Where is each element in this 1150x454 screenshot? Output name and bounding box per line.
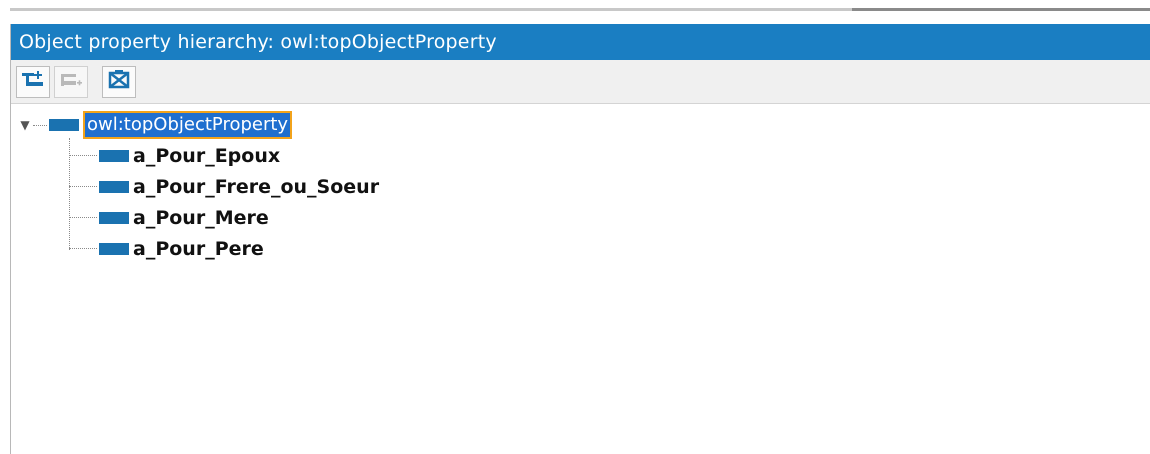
tree-connector (69, 248, 97, 249)
object-property-icon (49, 119, 79, 131)
panel-title-bar: Object property hierarchy: owl:topObject… (11, 24, 1150, 60)
top-edge-segment-right (852, 8, 1150, 11)
object-property-hierarchy-panel: Object property hierarchy: owl:topObject… (10, 24, 1150, 454)
add-sub-property-button[interactable] (16, 65, 50, 98)
tree-connector (69, 155, 97, 156)
tree-node-a-pour-epoux[interactable]: a_Pour_Epoux (69, 140, 1150, 171)
hierarchy-toolbar (11, 60, 1150, 104)
top-edge-segment-left (10, 8, 852, 11)
panel-title: Object property hierarchy: owl:topObject… (19, 31, 497, 53)
tree-children: a_Pour_Epoux a_Pour_Frere_ou_Soeur a_Pou… (69, 138, 1150, 264)
tree-node-a-pour-mere[interactable]: a_Pour_Mere (69, 202, 1150, 233)
tree-connector (33, 124, 47, 126)
expand-triangle-icon[interactable]: ▼ (19, 118, 31, 132)
tree-node-label[interactable]: a_Pour_Mere (133, 207, 269, 229)
add-sibling-icon (59, 70, 83, 94)
tree-node-root[interactable]: ▼ owl:topObjectProperty (11, 110, 1150, 140)
object-property-icon (99, 180, 129, 193)
tree-node-label[interactable]: a_Pour_Frere_ou_Soeur (133, 176, 379, 198)
tree-node-a-pour-frere-ou-soeur[interactable]: a_Pour_Frere_ou_Soeur (69, 171, 1150, 202)
object-property-icon (99, 149, 129, 162)
tree-node-label-root[interactable]: owl:topObjectProperty (83, 111, 293, 139)
object-property-icon (99, 242, 129, 255)
tree-node-label[interactable]: a_Pour_Pere (133, 238, 264, 260)
property-tree: ▼ owl:topObjectProperty a_Pour_Epoux a_P… (11, 104, 1150, 264)
add-subproperty-icon (21, 70, 45, 94)
object-property-icon (99, 211, 129, 224)
window-top-edge (0, 0, 1150, 20)
tree-node-a-pour-pere[interactable]: a_Pour_Pere (69, 233, 1150, 264)
add-sibling-property-button[interactable] (54, 65, 88, 98)
delete-property-button[interactable] (102, 65, 136, 98)
tree-connector (69, 186, 97, 187)
tree-connector (69, 217, 97, 218)
tree-node-label[interactable]: a_Pour_Epoux (133, 145, 280, 167)
delete-icon (107, 69, 131, 95)
